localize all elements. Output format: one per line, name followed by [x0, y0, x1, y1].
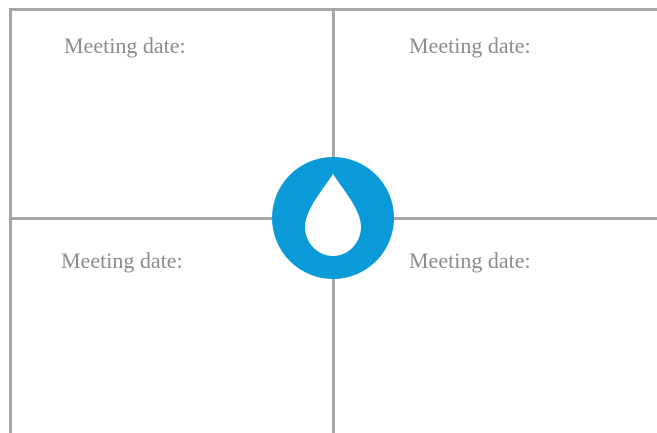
water-drop-icon	[272, 157, 394, 279]
meeting-grid: Meeting date: Meeting date: Meeting date…	[0, 0, 657, 433]
meeting-date-label-bottom-left: Meeting date:	[61, 248, 183, 273]
meeting-date-label-bottom-right: Meeting date:	[409, 248, 531, 273]
meeting-date-label-top-right: Meeting date:	[409, 33, 531, 58]
logo	[272, 157, 394, 279]
meeting-date-label-top-left: Meeting date:	[64, 33, 186, 58]
grid-left-border	[9, 8, 12, 433]
